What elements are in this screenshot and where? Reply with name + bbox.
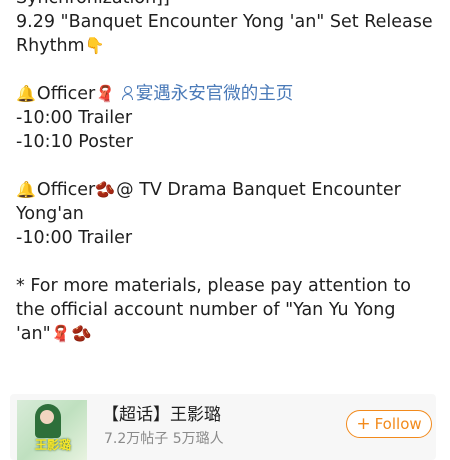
schedule-item: -10:10 Poster — [16, 132, 133, 152]
scarf-emoji-icon: 🧣 — [95, 84, 116, 103]
post-text: Rhythm — [16, 36, 85, 56]
schedule-item: -10:00 Trailer — [16, 228, 133, 248]
profile-link-label: 宴遇永安官微的主页 — [135, 84, 294, 104]
bell-emoji-icon: 🔔 — [16, 84, 36, 103]
user-icon — [121, 86, 133, 100]
officer-label: Officer — [36, 180, 96, 200]
bell-emoji-icon: 🔔 — [16, 180, 36, 199]
post-line: 9.29 "Banquet Encounter Yong 'an" Set Re… — [16, 12, 433, 32]
mention-link[interactable]: @ TV Drama Banquet Encounter — [116, 180, 401, 200]
beans-emoji-icon: 🫘 — [71, 324, 92, 343]
supertopic-meta: 7.2万帖子 5万璐人 — [104, 431, 224, 447]
mention-continuation: Yong'an — [16, 204, 84, 224]
thumbnail-face — [40, 410, 54, 424]
officer1-line: 🔔Officer🧣 宴遇永安官微的主页 — [16, 82, 436, 106]
follow-label: Follow — [374, 415, 422, 433]
post-line: Synchronization]] — [16, 0, 436, 10]
plus-icon: + — [356, 414, 371, 434]
profile-link[interactable]: 宴遇永安官微的主页 — [121, 84, 294, 104]
pointing-down-emoji-icon: 👇 — [84, 36, 105, 55]
note-line: * For more materials, please pay attenti… — [16, 276, 412, 296]
supertopic-title: 【超话】王影璐 — [102, 405, 221, 425]
supertopic-card[interactable]: 王影璐 【超话】王影璐 7.2万帖子 5万璐人 + Follow — [10, 394, 436, 460]
beans-emoji-icon: 🫘 — [95, 180, 116, 199]
officer-label: Officer — [36, 84, 96, 104]
note-line: the official account number of "Yan Yu Y… — [16, 300, 396, 320]
schedule-item: -10:00 Trailer — [16, 108, 133, 128]
post-line: Rhythm👇 — [16, 34, 436, 58]
note-line: 'an"🧣🫘 — [16, 322, 436, 346]
supertopic-thumbnail: 王影璐 — [17, 400, 87, 460]
scarf-emoji-icon: 🧣 — [50, 324, 71, 343]
follow-button[interactable]: + Follow — [346, 410, 432, 438]
post-body: Synchronization]] 9.29 "Banquet Encounte… — [16, 0, 436, 346]
officer2-line: 🔔Officer🫘@ TV Drama Banquet Encounter — [16, 178, 436, 202]
note-text: 'an" — [16, 324, 51, 344]
